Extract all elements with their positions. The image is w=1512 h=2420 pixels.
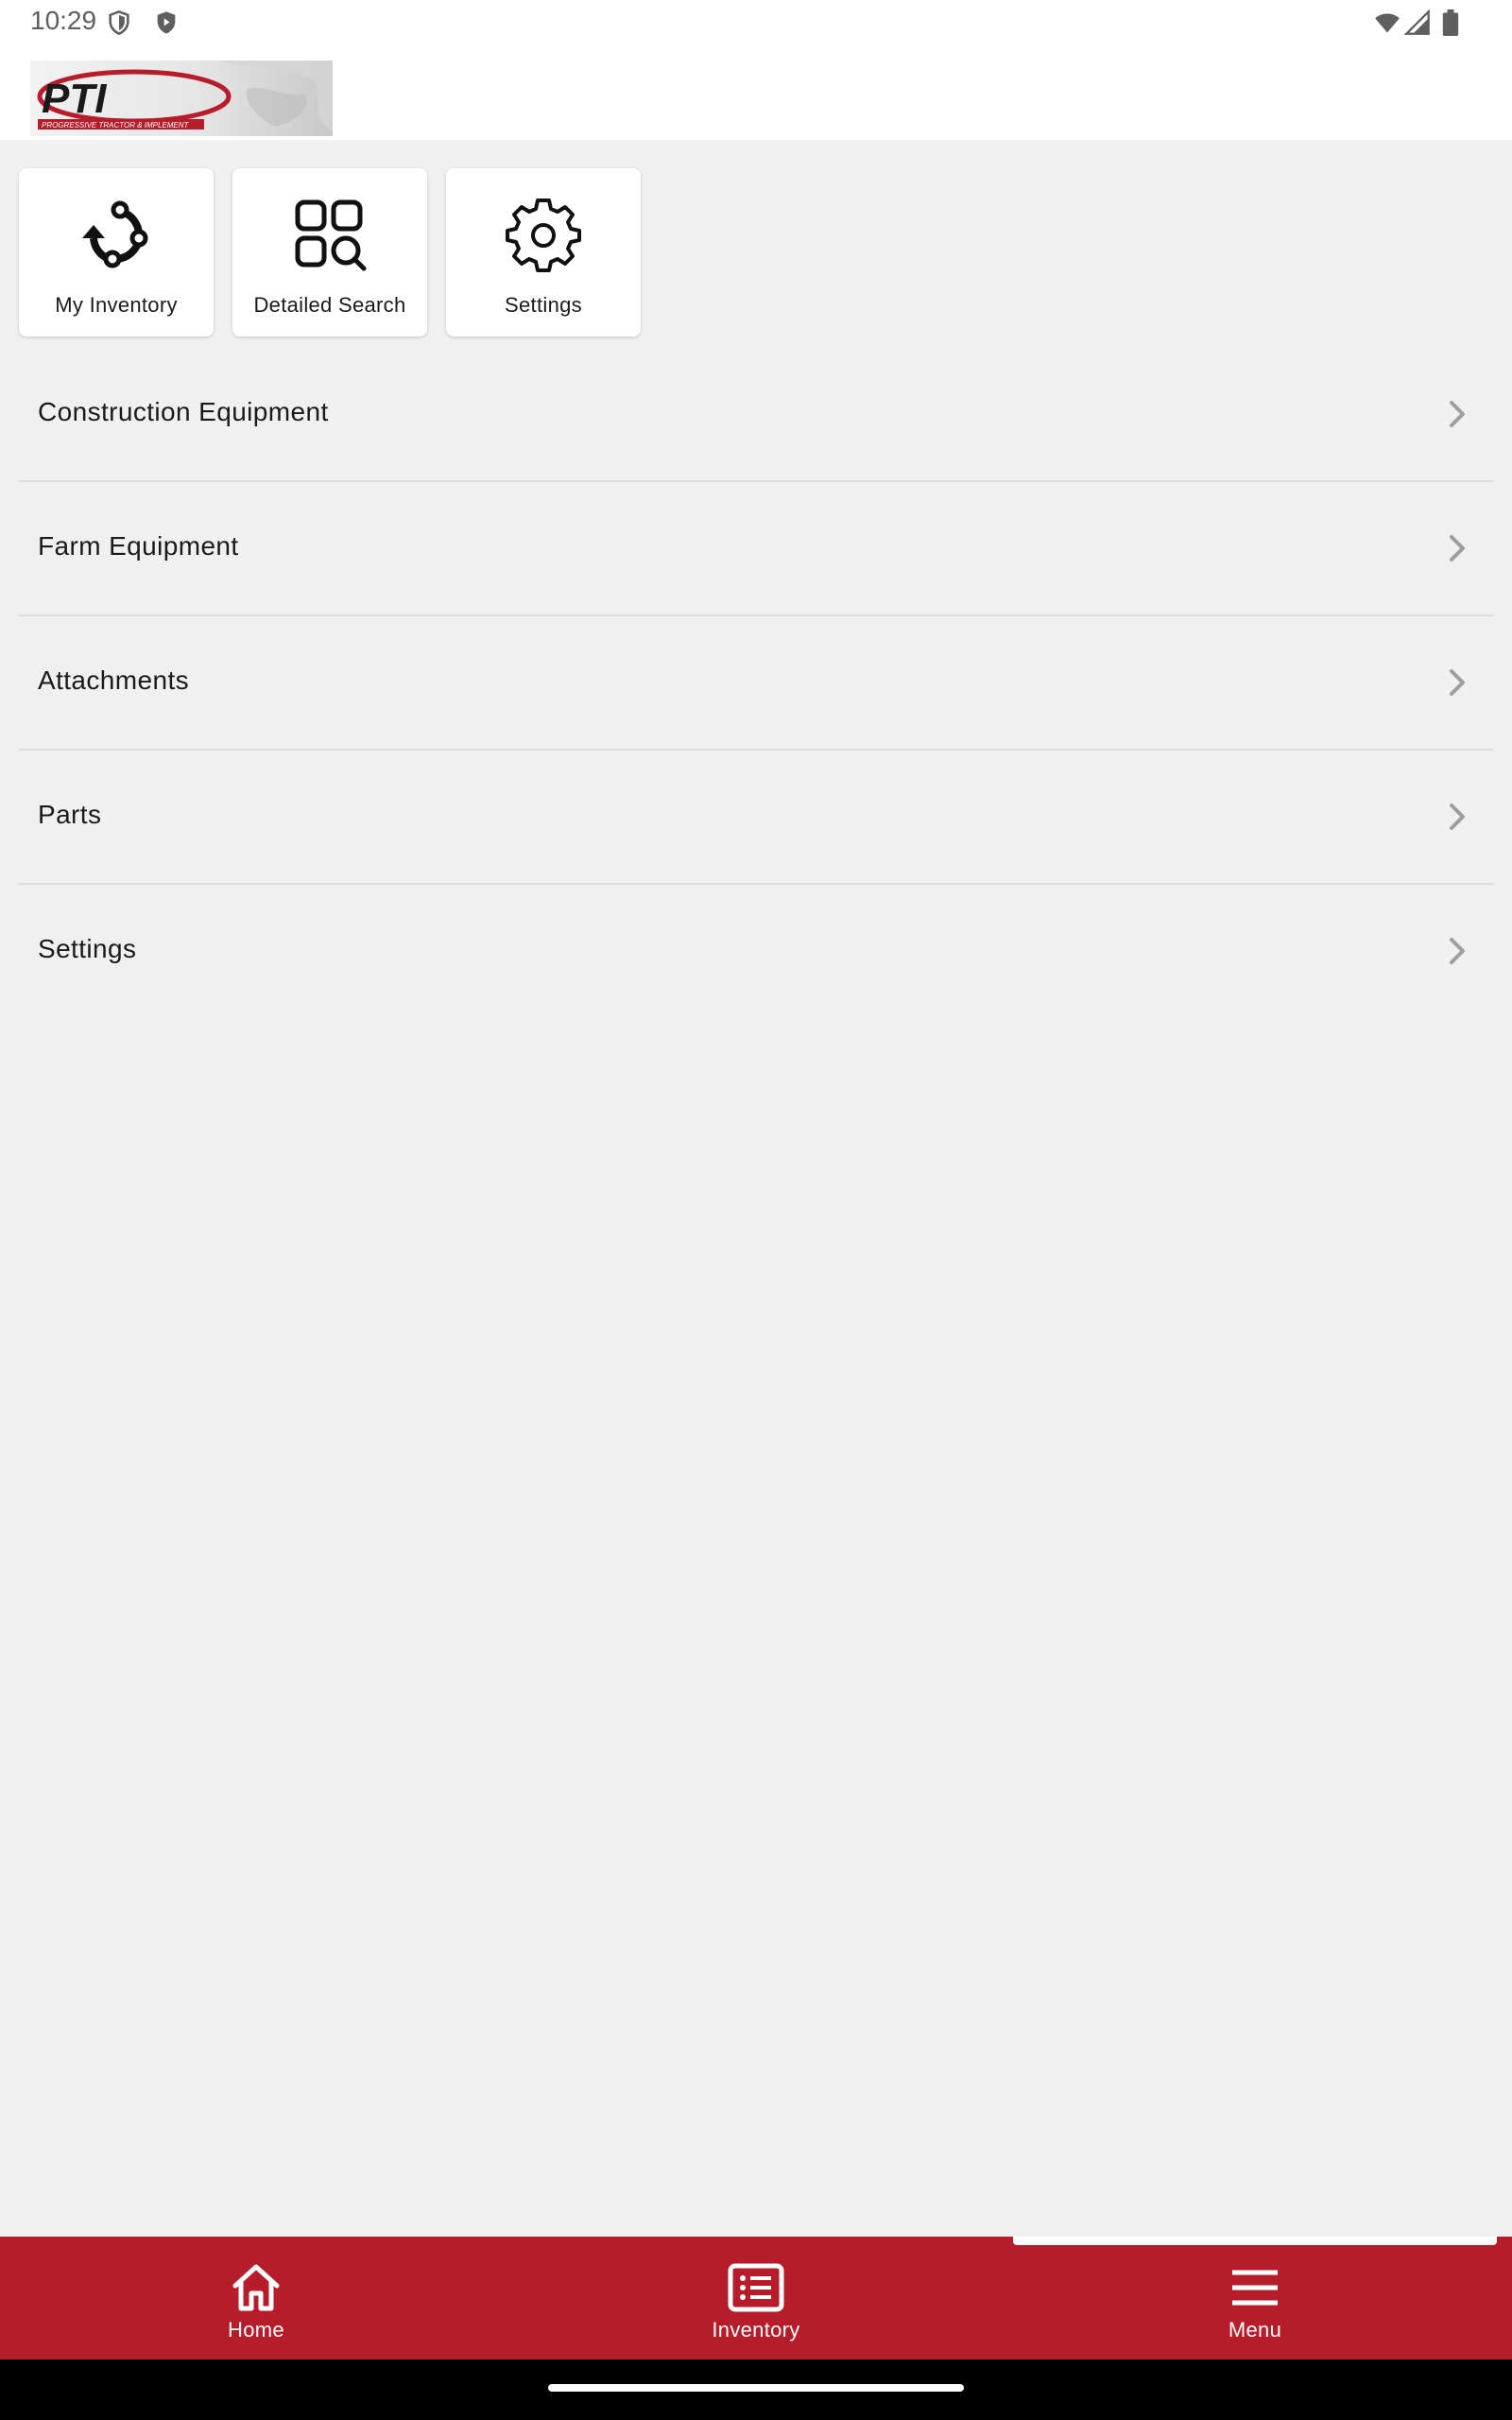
menu-icon: [1232, 2270, 1278, 2306]
settings-tile[interactable]: Settings: [446, 168, 641, 337]
category-item-farm-equipment[interactable]: Farm Equipment: [19, 482, 1493, 616]
svg-text:PTI: PTI: [42, 76, 107, 122]
category-list: Construction Equipment Farm Equipment At…: [19, 348, 1493, 1017]
category-label: Settings: [38, 934, 137, 963]
quick-tiles: My Inventory Detailed Search Settings: [19, 168, 641, 337]
category-label: Farm Equipment: [38, 531, 239, 561]
category-item-attachments[interactable]: Attachments: [19, 616, 1493, 751]
inventory-cycle-icon: [82, 200, 148, 268]
category-label: Parts: [38, 800, 102, 829]
nav-item-home[interactable]: Home: [114, 2237, 398, 2360]
category-item-construction-equipment[interactable]: Construction Equipment: [19, 348, 1493, 482]
detailed-search-tile[interactable]: Detailed Search: [232, 168, 427, 337]
status-bar: 10:29: [0, 0, 1512, 45]
category-item-settings[interactable]: Settings: [19, 885, 1493, 1017]
tile-label: Settings: [505, 293, 582, 317]
my-inventory-tile[interactable]: My Inventory: [19, 168, 214, 337]
nav-item-inventory[interactable]: Inventory: [614, 2237, 898, 2360]
list-icon: [728, 2263, 784, 2312]
gesture-handle[interactable]: [548, 2384, 964, 2392]
pti-logo[interactable]: PTI PROGRESSIVE TRACTOR & IMPLEMENT: [30, 60, 333, 136]
shield-icon: [109, 9, 129, 36]
chevron-right-icon: [1450, 401, 1465, 427]
bottom-nav: Home Inventory Menu: [0, 2237, 1512, 2360]
category-item-parts[interactable]: Parts: [19, 751, 1493, 885]
status-time: 10:29: [30, 6, 97, 35]
chevron-right-icon: [1450, 535, 1465, 562]
category-label: Construction Equipment: [38, 397, 329, 426]
system-nav-bar: [0, 2360, 1512, 2420]
gear-icon: [506, 199, 581, 272]
home-icon: [232, 2264, 280, 2311]
tile-label: My Inventory: [55, 293, 178, 317]
play-protect-icon: [157, 11, 176, 34]
chevron-right-icon: [1450, 804, 1465, 830]
nav-label: Inventory: [712, 2318, 800, 2342]
grid-search-icon: [295, 199, 367, 271]
nav-item-menu[interactable]: Menu: [1113, 2237, 1397, 2360]
chevron-right-icon: [1450, 938, 1465, 964]
nav-label: Menu: [1228, 2318, 1282, 2342]
signal-icon: [1404, 9, 1430, 35]
nav-label: Home: [228, 2318, 284, 2342]
app-header: PTI PROGRESSIVE TRACTOR & IMPLEMENT: [0, 45, 1512, 140]
battery-icon: [1442, 9, 1459, 36]
category-label: Attachments: [38, 666, 190, 695]
chevron-right-icon: [1450, 669, 1465, 696]
wifi-icon: [1375, 13, 1400, 33]
tile-label: Detailed Search: [253, 293, 406, 317]
svg-text:PROGRESSIVE TRACTOR & IMPLEMEN: PROGRESSIVE TRACTOR & IMPLEMENT: [42, 121, 190, 130]
